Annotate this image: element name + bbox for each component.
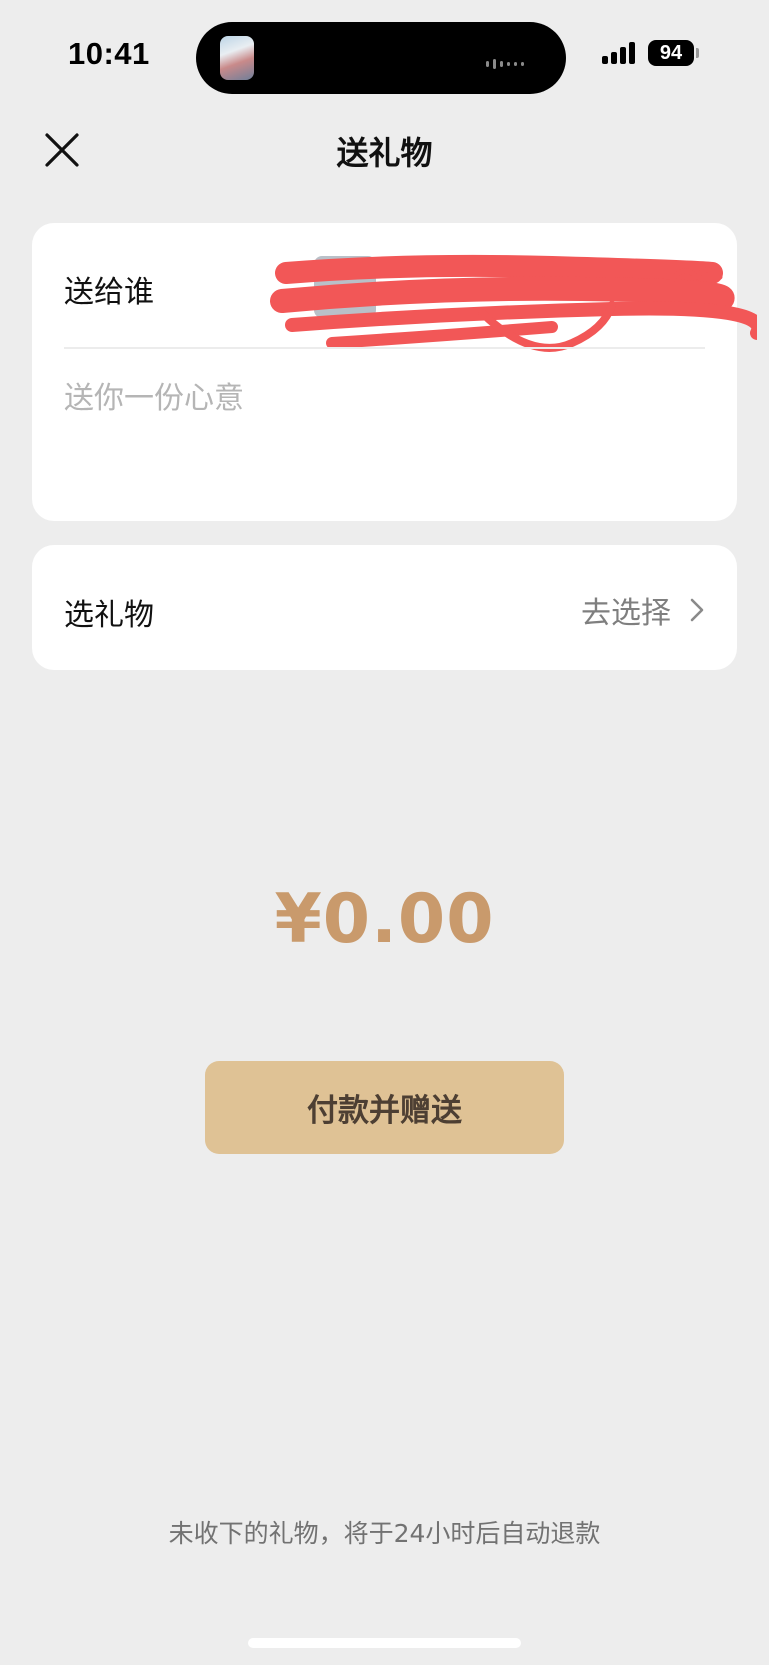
gift-label: 选礼物 — [64, 598, 154, 633]
pay-and-send-button[interactable]: 付款并赠送 — [205, 1061, 564, 1154]
audio-waveform-icon — [486, 53, 528, 72]
chevron-right-icon — [690, 598, 704, 622]
gift-message-input[interactable] — [64, 373, 704, 493]
gift-select-row[interactable]: 选礼物 去选择 — [32, 545, 737, 670]
dynamic-island[interactable] — [196, 22, 566, 94]
battery-icon: 94 — [648, 40, 694, 66]
redaction-scribble — [270, 254, 757, 352]
now-playing-app-icon[interactable] — [220, 36, 254, 80]
page-title: 送礼物 — [336, 134, 433, 172]
battery-cap — [696, 48, 699, 58]
cellular-signal-icon — [602, 42, 638, 64]
choose-gift-label: 去选择 — [581, 596, 671, 631]
total-amount: ¥0.00 — [274, 880, 495, 959]
recipient-card: 送给谁 — [32, 223, 757, 521]
choose-gift-button[interactable]: 去选择 — [581, 588, 705, 632]
status-time: 10:41 — [68, 36, 150, 71]
divider — [64, 347, 705, 349]
home-indicator[interactable] — [248, 1638, 521, 1648]
refund-notice: 未收下的礼物，将于24小时后自动退款 — [168, 1519, 601, 1548]
recipient-label: 送给谁 — [64, 275, 154, 310]
